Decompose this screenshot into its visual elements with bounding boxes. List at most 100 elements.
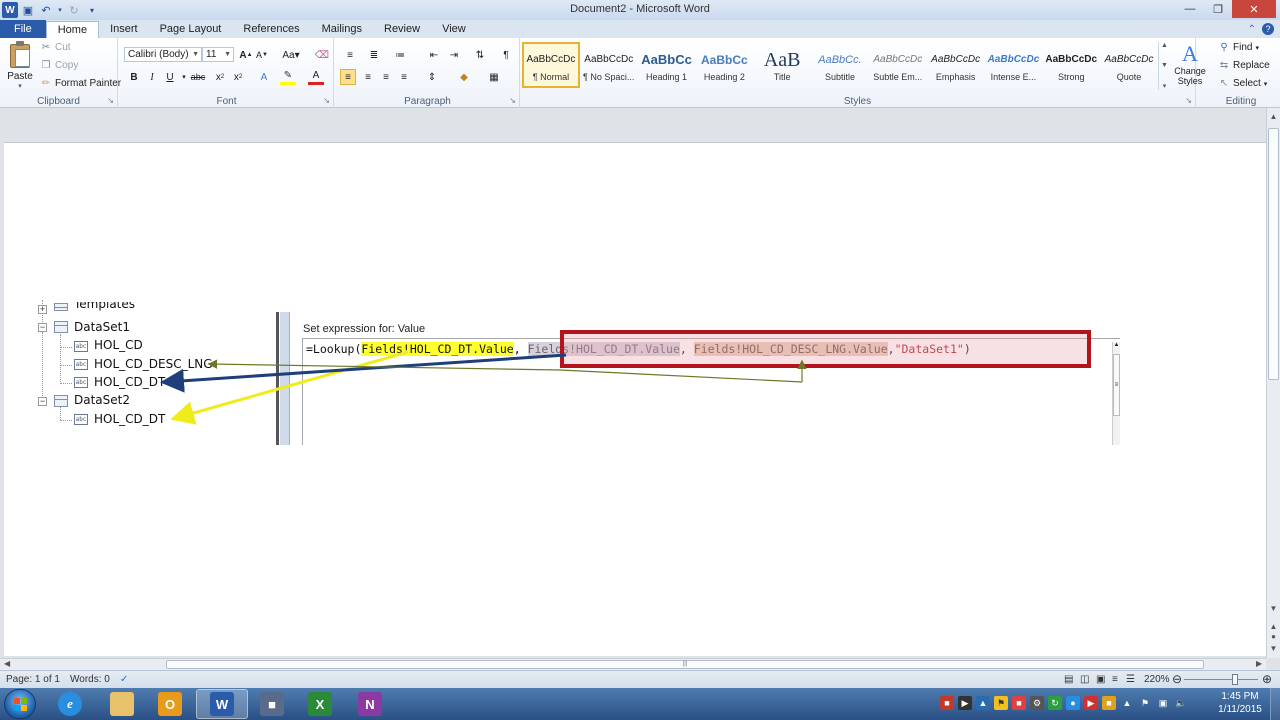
paragraph-launcher-icon[interactable]: ↘ [509,96,516,105]
font-size-select[interactable]: 11 ▼ [202,47,234,62]
bold-button[interactable]: B [126,69,142,85]
style-normal[interactable]: AaBbCcDc ¶ Normal [522,42,580,88]
expression-scrollbar[interactable]: ▲ ≡ [1112,342,1120,445]
taskbar-excel[interactable]: X [294,689,346,719]
redo-icon[interactable]: ↻ [66,2,82,18]
tab-page-layout[interactable]: Page Layout [149,21,233,38]
system-clock[interactable]: 1:45 PM 1/11/2015 [1212,690,1268,716]
scroll-left-icon[interactable]: ◀ [4,659,10,668]
style-emphasis[interactable]: AaBbCcDc Emphasis [927,42,985,88]
tray-action-center-icon[interactable]: ⚑ [1138,696,1152,710]
font-family-select[interactable]: Calibri (Body) ▼ [124,47,202,62]
tray-network-icon[interactable]: ▣ [1156,696,1170,710]
close-button[interactable]: ✕ [1232,0,1276,18]
tray-shield-icon[interactable]: ▲ [976,696,990,710]
copy-button[interactable]: ❐ Copy [40,60,79,71]
tree-node-hol-cd[interactable]: HOL_CD [94,338,143,352]
tray-sync-icon[interactable]: ↻ [1048,696,1062,710]
word-logo-icon[interactable]: W [2,2,18,18]
tree-node-dataset1[interactable]: DataSet1 [74,320,130,334]
customize-qat-icon[interactable]: ▾ [84,2,100,18]
horizontal-scrollbar[interactable]: ◀ ||| ▶ [0,658,1266,670]
style-title[interactable]: AaB Title [753,42,811,88]
decrease-indent-icon[interactable]: ⇤ [426,47,442,63]
format-painter-button[interactable]: ✏ Format Painter [40,78,121,89]
taskbar-visual-studio[interactable]: ■ [246,689,298,719]
line-spacing-icon[interactable]: ⇕ [424,69,440,85]
vertical-scrollbar[interactable]: ▲ ▼ ▲ ● ▼ [1266,108,1280,658]
zoom-slider[interactable] [1184,679,1258,680]
tray-app-icon[interactable]: ⚙ [1030,696,1044,710]
font-color-icon[interactable]: A [308,69,324,85]
select-button[interactable]: ↖ Select ▾ [1218,78,1268,89]
taskbar-word[interactable]: W [196,689,248,719]
clear-formatting-icon[interactable]: ⌫ [314,47,330,63]
taskbar-outlook[interactable]: O [144,689,196,719]
expression-code[interactable]: =Lookup( Fields!HOL_CD_DT.Value , Fields… [306,341,971,357]
vertical-scroll-thumb[interactable] [1268,128,1279,380]
style-subtle-emphasis[interactable]: AaBbCcDc Subtle Em... [869,42,927,88]
justify-button[interactable]: ≡ [396,69,412,85]
superscript-button[interactable]: x2 [230,69,246,85]
show-desktop-button[interactable] [1270,688,1280,720]
taskbar-internet-explorer[interactable]: e [44,689,96,719]
word-count[interactable]: Words: 0 [70,674,110,685]
style-intense-emphasis[interactable]: AaBbCcDc Intense E... [985,42,1043,88]
panel-splitter[interactable] [276,312,290,445]
proofing-icon[interactable]: ✓ [120,674,128,685]
tree-node-templates[interactable]: Templates [74,302,135,311]
web-layout-icon[interactable]: ▣ [1096,674,1105,685]
cut-button[interactable]: ✂ Cut [40,42,71,53]
bullets-icon[interactable]: ≡ [342,47,358,63]
draft-icon[interactable]: ☰ [1126,674,1135,685]
subscript-button[interactable]: x2 [212,69,228,85]
scroll-right-icon[interactable]: ▶ [1256,659,1262,668]
tree-collapse-icon[interactable]: − [38,323,47,332]
tray-app-icon[interactable]: ■ [940,696,954,710]
tree-expand-icon[interactable]: + [38,305,47,314]
change-case-icon[interactable]: Aa▾ [280,47,302,63]
find-button[interactable]: ⚲ Find ▾ [1218,42,1259,53]
tray-arrow-icon[interactable]: ▲ [1120,696,1134,710]
tree-node-hol-cd-dt[interactable]: HOL_CD_DT [94,375,165,389]
zoom-slider-knob[interactable] [1232,674,1238,685]
taskbar-windows-explorer[interactable] [96,689,148,719]
select-browse-object-icon[interactable]: ● [1267,632,1280,641]
style-quote[interactable]: AaBbCcDc Quote [1100,42,1158,88]
taskbar-onenote[interactable]: N [344,689,396,719]
zoom-level[interactable]: 220% [1144,674,1170,685]
align-center-button[interactable]: ≡ [360,69,376,85]
next-page-icon[interactable]: ▼ [1267,644,1280,653]
scroll-down-icon[interactable]: ▼ [1267,604,1280,613]
tray-app-icon[interactable]: ▶ [958,696,972,710]
start-button[interactable] [4,689,36,719]
minimize-ribbon-icon[interactable]: ⌃ [1248,24,1256,35]
italic-button[interactable]: I [144,69,160,85]
styles-gallery-scroll[interactable]: ▲ ▼ ▾ [1158,42,1170,90]
shrink-font-icon[interactable]: A ▼ [254,47,270,63]
tray-lock-icon[interactable]: ■ [1102,696,1116,710]
horizontal-scroll-thumb[interactable]: ||| [166,660,1204,669]
tray-volume-icon[interactable]: 🔈 [1174,696,1188,710]
undo-dropdown-icon[interactable]: ▾ [56,2,64,18]
align-right-button[interactable]: ≡ [378,69,394,85]
tray-media-icon[interactable]: ▶ [1084,696,1098,710]
clipboard-launcher-icon[interactable]: ↘ [107,96,114,105]
style-subtitle[interactable]: AaBbCc. Subtitle [811,42,869,88]
zoom-in-icon[interactable]: ⊕ [1262,672,1272,686]
tree-node-dataset2[interactable]: DataSet2 [74,393,130,407]
previous-page-icon[interactable]: ▲ [1267,622,1280,631]
paste-button[interactable]: Paste ▾ [4,41,36,90]
print-layout-icon[interactable]: ▤ [1064,674,1073,685]
style-heading-2[interactable]: AaBbCc Heading 2 [695,42,753,88]
tab-mailings[interactable]: Mailings [311,21,373,38]
tab-insert[interactable]: Insert [99,21,149,38]
align-left-button[interactable]: ≡ [340,69,356,85]
tree-node-hol-cd-desc-lng[interactable]: HOL_CD_DESC_LNG [94,357,213,371]
tray-app-icon[interactable]: ● [1066,696,1080,710]
borders-icon[interactable]: ▦ [486,69,502,85]
text-effects-icon[interactable]: A [256,69,272,85]
replace-button[interactable]: ⇆ Replace [1218,60,1270,71]
page-count[interactable]: Page: 1 of 1 [6,674,60,685]
grow-font-icon[interactable]: A ▲ [238,47,254,63]
